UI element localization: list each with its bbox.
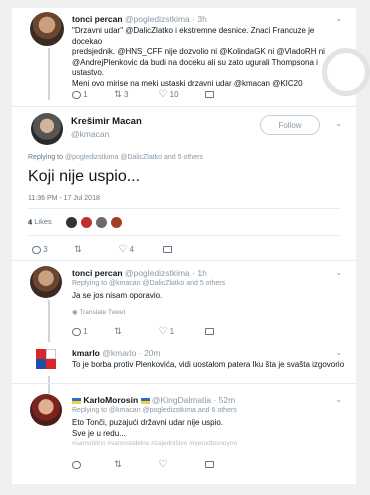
tweet-time[interactable]: · 52m: [213, 395, 235, 405]
tweet-author[interactable]: tonci percan @pogledizstkima · 1h: [72, 268, 207, 278]
author-handle[interactable]: @KingDalmatia: [152, 395, 211, 405]
chevron-down-icon[interactable]: ⌄: [335, 395, 342, 404]
author-name[interactable]: Krešimir Macan: [71, 116, 142, 127]
tweet-timestamp[interactable]: 11:36 PM - 17 Jul 2018: [28, 194, 100, 205]
message-icon[interactable]: [204, 461, 214, 468]
retweet-icon[interactable]: ⇅: [114, 89, 122, 100]
heart-icon[interactable]: ♡: [158, 326, 167, 337]
author-name[interactable]: tonci percan: [72, 268, 123, 278]
thread-line: [48, 300, 50, 342]
message-icon[interactable]: [204, 91, 214, 98]
tweet-text: To je borba protiv Plenkovića, vidi uost…: [72, 360, 345, 369]
author-name[interactable]: KarloMorosin: [83, 395, 138, 405]
globe-icon: ◉: [72, 309, 78, 316]
tweet-text: Eto Tonči, puzajući državni udar nije us…: [72, 418, 347, 450]
tweet-text: Koji nije uspio...: [28, 168, 141, 185]
divider: [12, 260, 356, 261]
divider: [28, 235, 340, 236]
reply-icon[interactable]: [72, 327, 81, 336]
translate-tweet[interactable]: ◉ Translate Tweet: [72, 308, 125, 316]
divider: [28, 208, 340, 209]
hashtags[interactable]: #samobitno #samostabilno #zajedništvo #n…: [72, 439, 347, 450]
flag-icon: [140, 397, 150, 404]
tweet-actions: 3 ⇅ ♡ 4: [32, 244, 172, 255]
replying-to[interactable]: Replying to @kmacan @pogledizstkima and …: [72, 406, 237, 417]
liker-avatar[interactable]: [96, 217, 108, 228]
tweet-actions: 1 ⇅ ♡ 1: [72, 326, 214, 337]
author-name[interactable]: tonci percan: [72, 14, 123, 24]
thread-line: [48, 48, 50, 100]
avatar[interactable]: [30, 394, 62, 426]
liker-avatar[interactable]: [111, 217, 123, 228]
retweet-icon[interactable]: ⇅: [114, 326, 122, 337]
replying-to: Replying to @pogledizstkima @DalicZlatko…: [28, 154, 203, 161]
tweet-thread: tonci percan @pogledizstkima · 3h ⌄ "Drz…: [12, 8, 356, 484]
chevron-down-icon[interactable]: ⌄: [335, 348, 342, 357]
avatar[interactable]: [32, 345, 62, 375]
liker-avatar[interactable]: [80, 217, 92, 228]
heart-icon[interactable]: ♡: [158, 89, 167, 100]
replying-to[interactable]: Replying to @kmacan @DalicZlatko and 5 o…: [72, 279, 225, 290]
avatar[interactable]: [31, 113, 63, 145]
thread-line: [48, 376, 50, 394]
tweet-text: "Drzavni udar" @DalicZlatko i ekstremne …: [72, 26, 325, 88]
message-icon[interactable]: [162, 246, 172, 253]
author-handle[interactable]: @kmacan: [71, 129, 109, 139]
liker-avatar[interactable]: [65, 217, 77, 228]
chevron-down-icon[interactable]: ⌄: [335, 119, 342, 128]
flag-icon: [72, 397, 81, 404]
tweet-actions: ⇅ ♡: [72, 459, 214, 470]
reply-icon[interactable]: [32, 245, 41, 254]
tweet-author[interactable]: KarloMorosin @KingDalmatia · 52m: [72, 395, 235, 405]
tweet-time[interactable]: · 1h: [192, 268, 207, 278]
message-icon[interactable]: [204, 328, 214, 335]
retweet-icon[interactable]: ⇅: [74, 244, 82, 255]
author-handle[interactable]: @pogledizstkima: [125, 268, 190, 278]
avatar[interactable]: [30, 266, 62, 298]
tweet-time[interactable]: · 20m: [139, 348, 161, 358]
heart-icon[interactable]: ♡: [158, 459, 167, 470]
avatar[interactable]: [30, 12, 64, 46]
author-handle[interactable]: @pogledizstkima: [125, 14, 190, 24]
divider: [12, 383, 356, 384]
divider: [12, 106, 356, 107]
follow-button[interactable]: Follow: [260, 115, 320, 135]
tweet-author[interactable]: tonci percan @pogledizstkima · 3h: [72, 14, 207, 24]
tweet-text: Ja se jos nisam oporavio.: [72, 291, 163, 300]
scroll-indicator[interactable]: [322, 48, 370, 96]
author-handle[interactable]: @kmarlo: [102, 348, 136, 358]
tweet-actions: 1 ⇅ 3 ♡ 10: [72, 89, 214, 100]
tweet-time[interactable]: · 3h: [192, 14, 207, 24]
retweet-icon[interactable]: ⇅: [114, 459, 122, 470]
author-name[interactable]: kmarlo: [72, 348, 100, 358]
likes-row[interactable]: 4 Likes: [28, 217, 124, 228]
reply-icon[interactable]: [72, 90, 81, 99]
tweet-author[interactable]: kmarlo @kmarlo · 20m: [72, 348, 161, 358]
chevron-down-icon[interactable]: ⌄: [335, 268, 342, 277]
reply-icon[interactable]: [72, 460, 81, 469]
chevron-down-icon[interactable]: ⌄: [335, 14, 342, 23]
heart-icon[interactable]: ♡: [118, 244, 127, 255]
